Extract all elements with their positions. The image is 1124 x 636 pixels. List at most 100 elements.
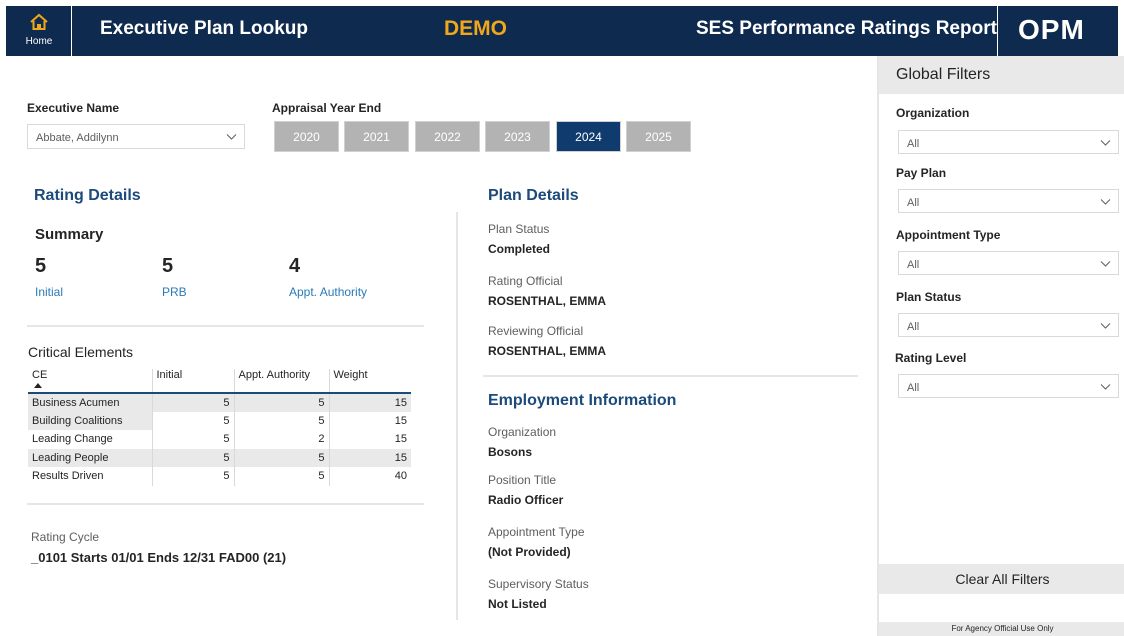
filter-appointment-type-value: All [907, 259, 920, 271]
cell-appt-authority: 5 [234, 393, 330, 412]
home-label: Home [25, 36, 53, 47]
cell-initial: 5 [152, 467, 235, 486]
divider [27, 325, 424, 327]
global-filters-panel: Global Filters Organization All Pay Plan… [877, 56, 1124, 636]
cell-initial: 5 [152, 393, 235, 412]
cell-initial: 5 [152, 430, 235, 449]
year-button-2025[interactable]: 2025 [626, 121, 691, 152]
column-header-weight[interactable]: Weight [329, 369, 411, 394]
employment-info-title: Employment Information [488, 392, 677, 409]
opm-logo-text: OPM [1018, 14, 1085, 45]
home-icon [30, 13, 48, 30]
page-title: Executive Plan Lookup [100, 18, 308, 39]
plan-status-label: Plan Status [488, 222, 550, 236]
sort-ascending-icon [34, 383, 42, 388]
filter-organization-value: All [907, 138, 920, 150]
filter-pay-plan-value: All [907, 197, 920, 209]
rating-details-title: Rating Details [34, 187, 141, 204]
reviewing-official-value: ROSENTHAL, EMMA [488, 344, 606, 358]
cell-weight: 15 [394, 433, 407, 446]
critical-elements-table: CE Initial Appt. Authority Weight Busine… [28, 369, 411, 486]
filter-rating-level-label: Rating Level [895, 351, 967, 365]
cell-ce: Leading People [28, 448, 153, 467]
supervisory-status-value: Not Listed [488, 597, 547, 611]
organization-label: Organization [488, 425, 557, 439]
cell-initial: 5 [152, 448, 235, 467]
cell-initial: 5 [152, 411, 235, 430]
footer-note: For Agency Official Use Only [879, 622, 1124, 636]
year-button-2023[interactable]: 2023 [485, 121, 550, 152]
filter-appointment-type-dropdown[interactable]: All [898, 251, 1119, 275]
filter-organization-dropdown[interactable]: All [898, 130, 1119, 154]
filter-rating-level-value: All [907, 382, 920, 394]
table-row: Leading People 5 5 15 [28, 448, 411, 467]
supervisory-status-label: Supervisory Status [488, 577, 589, 591]
cell-ce: Building Coalitions [28, 411, 153, 430]
filter-plan-status-label: Plan Status [896, 290, 962, 304]
global-filters-header: Global Filters [879, 56, 1124, 94]
clear-all-filters-button[interactable]: Clear All Filters [879, 564, 1124, 594]
rating-cycle-value: _0101 Starts 01/01 Ends 12/31 FAD00 (21) [31, 550, 287, 565]
cell-ce: Business Acumen [28, 393, 153, 412]
column-header-ce-label: CE [32, 369, 48, 381]
filter-pay-plan-dropdown[interactable]: All [898, 189, 1119, 213]
summary-initial-value: 5 [35, 255, 47, 277]
summary-appt-authority-value: 4 [289, 255, 301, 277]
chevron-down-icon [1100, 199, 1111, 205]
rating-official-value: ROSENTHAL, EMMA [488, 294, 606, 308]
column-header-initial[interactable]: Initial [152, 369, 235, 394]
table-row: Business Acumen 5 5 15 [28, 393, 411, 412]
cell-weight: 15 [329, 448, 411, 467]
organization-value: Bosons [488, 445, 533, 459]
table-row: Results Driven 5 5 40 [28, 467, 411, 486]
chevron-down-icon [1100, 384, 1111, 390]
rating-official-label: Rating Official [488, 274, 563, 288]
cell-appt-authority: 5 [234, 411, 330, 430]
chevron-down-icon [1100, 261, 1111, 267]
cell-weight: 15 [394, 414, 407, 427]
table-row: Leading Change 5 2 15 [28, 430, 411, 449]
filter-appointment-type-label: Appointment Type [896, 228, 1001, 242]
appointment-type-value: (Not Provided) [488, 545, 571, 559]
summary-prb-value: 5 [162, 255, 174, 277]
column-divider [456, 212, 458, 620]
plan-details-title: Plan Details [488, 187, 579, 204]
cell-appt-authority: 5 [234, 448, 330, 467]
year-button-2024[interactable]: 2024 [556, 121, 621, 152]
executive-name-value: Abbate, Addilynn [36, 132, 119, 144]
filter-plan-status-value: All [907, 321, 920, 333]
report-title: SES Performance Ratings Report [696, 18, 997, 39]
year-button-2021[interactable]: 2021 [344, 121, 409, 152]
home-button[interactable]: Home [6, 6, 72, 56]
app-header: Home Executive Plan Lookup DEMO SES Perf… [6, 6, 1118, 56]
summary-appt-authority-label: Appt. Authority [289, 285, 368, 299]
filter-pay-plan-label: Pay Plan [896, 166, 947, 180]
divider [483, 375, 858, 377]
filter-organization-label: Organization [896, 106, 970, 120]
position-title-value: Radio Officer [488, 493, 564, 507]
filter-rating-level-dropdown[interactable]: All [898, 374, 1119, 398]
summary-title: Summary [35, 226, 104, 243]
year-button-2022[interactable]: 2022 [415, 121, 480, 152]
cell-ce: Leading Change [28, 430, 153, 449]
appointment-type-label: Appointment Type [488, 525, 585, 539]
chevron-down-icon [1100, 140, 1111, 146]
reviewing-official-label: Reviewing Official [488, 324, 584, 338]
executive-name-dropdown[interactable]: Abbate, Addilynn [27, 124, 245, 149]
cell-weight: 40 [394, 470, 407, 483]
cell-appt-authority: 2 [234, 430, 330, 449]
filter-plan-status-dropdown[interactable]: All [898, 313, 1119, 337]
cell-appt-authority: 5 [234, 467, 330, 486]
table-header-row: CE Initial Appt. Authority Weight [28, 369, 411, 394]
chevron-down-icon [226, 134, 237, 140]
year-button-2020[interactable]: 2020 [274, 121, 339, 152]
column-header-ce[interactable]: CE [28, 369, 153, 394]
chevron-down-icon [1100, 323, 1111, 329]
column-header-appt-authority[interactable]: Appt. Authority [234, 369, 330, 394]
critical-elements-title: Critical Elements [28, 344, 134, 360]
table-row: Building Coalitions 5 5 15 [28, 411, 411, 430]
appraisal-year-label: Appraisal Year End [272, 101, 382, 115]
rating-cycle-label: Rating Cycle [31, 530, 100, 544]
global-filters-title: Global Filters [896, 66, 991, 83]
opm-logo: OPM [997, 6, 1118, 56]
